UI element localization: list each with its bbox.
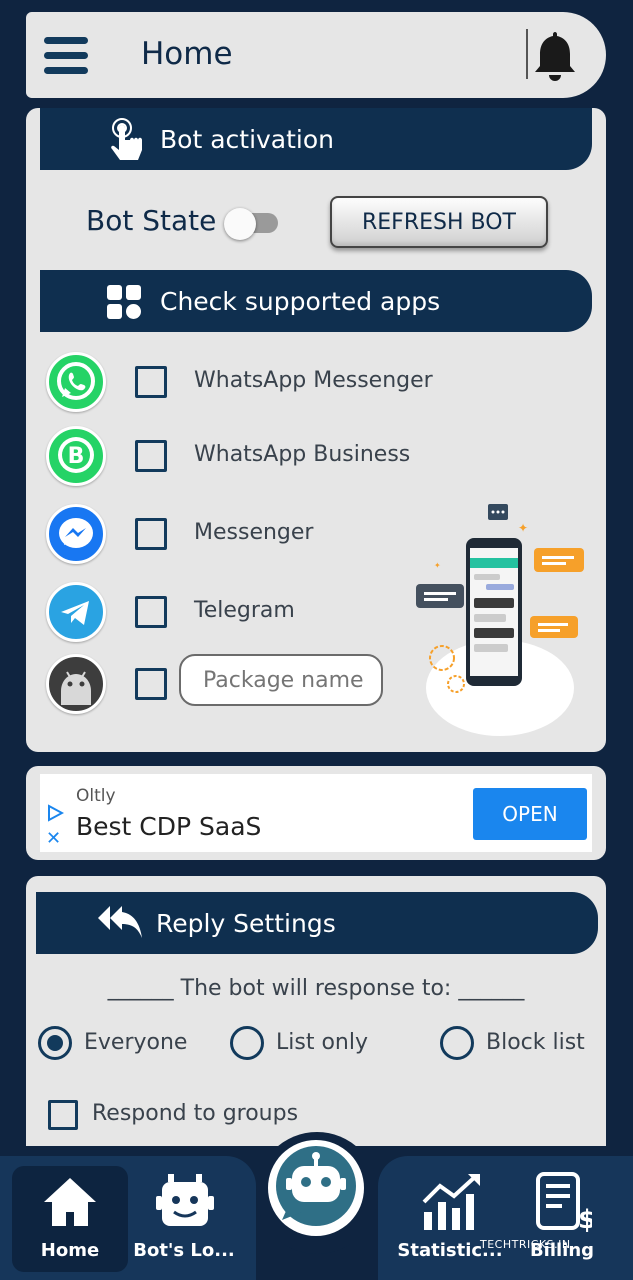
chatbot-phone-illustration: ✦ ✦	[416, 504, 584, 736]
app-row-whatsapp: WhatsApp Messenger	[46, 352, 606, 416]
nav-billing[interactable]: $ Billing	[502, 1170, 622, 1270]
radio-label: Block list	[486, 1030, 585, 1055]
reply-all-icon	[98, 906, 142, 938]
bot-state-toggle[interactable]	[224, 206, 280, 240]
watermark: TECHTRICKS.IN	[480, 1238, 571, 1251]
ad-title: Best CDP SaaS	[76, 812, 262, 841]
nav-home[interactable]: Home	[10, 1170, 130, 1270]
radio-label: Everyone	[84, 1030, 188, 1055]
reply-settings-title: Reply Settings	[156, 908, 336, 938]
app-header: Home	[26, 12, 606, 98]
ad-open-button[interactable]: OPEN	[473, 788, 587, 840]
respond-to-groups-checkbox[interactable]	[48, 1100, 78, 1130]
bot-state-label: Bot State	[86, 204, 217, 237]
robot-face-icon	[156, 1174, 214, 1226]
app-label: WhatsApp Messenger	[194, 368, 433, 393]
menu-icon[interactable]	[44, 37, 90, 75]
ad-content[interactable]: ✕ Oltly Best CDP SaaS OPEN	[40, 774, 592, 852]
nav-bots-log-label: Bot's Lo...	[133, 1240, 235, 1261]
header-divider	[526, 29, 528, 79]
messenger-icon	[46, 504, 106, 564]
bot-settings-card: Bot activation Bot State REFRESH BOT Che…	[26, 108, 606, 752]
ad-close-icon[interactable]: ✕	[46, 830, 61, 848]
nav-bots-log[interactable]: Bot's Lo...	[124, 1170, 244, 1270]
chatbot-icon	[276, 1146, 356, 1226]
ad-advertiser: Oltly	[76, 786, 116, 806]
respond-to-groups-label: Respond to groups	[92, 1101, 299, 1126]
telegram-checkbox[interactable]	[135, 596, 167, 628]
custom-package-checkbox[interactable]	[135, 668, 167, 700]
whatsapp-business-icon: B	[46, 426, 106, 486]
telegram-icon	[46, 582, 106, 642]
app-label: Messenger	[194, 520, 314, 545]
billing-invoice-icon: $	[536, 1172, 592, 1234]
bell-icon[interactable]	[530, 28, 580, 84]
bot-activation-title: Bot activation	[160, 124, 335, 154]
app-label: WhatsApp Business	[194, 442, 411, 467]
reply-settings-header: Reply Settings	[36, 892, 598, 954]
messenger-checkbox[interactable]	[135, 518, 167, 550]
supported-apps-title: Check supported apps	[160, 286, 441, 316]
radio-label: List only	[276, 1030, 368, 1055]
nav-home-label: Home	[40, 1240, 100, 1261]
page-title: Home	[141, 36, 233, 72]
ad-banner: ✕ Oltly Best CDP SaaS OPEN	[26, 766, 606, 860]
ad-choices-icon[interactable]	[46, 804, 64, 822]
svg-text:$: $	[578, 1205, 592, 1234]
refresh-bot-button[interactable]: REFRESH BOT	[330, 196, 548, 248]
tap-hand-icon	[111, 118, 142, 160]
app-label: Telegram	[194, 598, 295, 623]
svg-text:✦: ✦	[518, 521, 528, 535]
svg-text:B: B	[68, 444, 85, 469]
android-icon	[46, 654, 106, 714]
bot-activation-header: Bot activation	[40, 108, 592, 170]
whatsapp-icon	[46, 352, 106, 412]
nav-statistics[interactable]: Statistic...	[390, 1170, 510, 1270]
apps-grid-icon	[107, 285, 141, 319]
response-target-caption: ______ The bot will response to: ______	[107, 976, 525, 1001]
statistics-chart-icon	[422, 1174, 480, 1230]
package-name-input[interactable]	[179, 654, 383, 706]
whatsapp-checkbox[interactable]	[135, 366, 167, 398]
chatbot-fab[interactable]	[256, 1132, 378, 1254]
whatsapp-business-checkbox[interactable]	[135, 440, 167, 472]
home-icon	[44, 1178, 96, 1226]
supported-apps-header: Check supported apps	[40, 270, 592, 332]
reply-settings-card: Reply Settings ______ The bot will respo…	[26, 876, 606, 1146]
svg-text:✦: ✦	[434, 561, 441, 570]
app-row-whatsapp-business: B WhatsApp Business	[46, 426, 606, 490]
